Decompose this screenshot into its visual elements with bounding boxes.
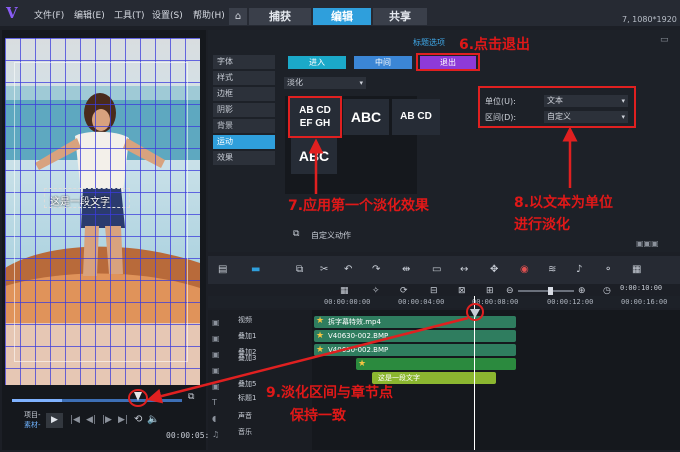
arrow-step9 [146, 316, 469, 404]
annotation-arrows [146, 126, 578, 404]
